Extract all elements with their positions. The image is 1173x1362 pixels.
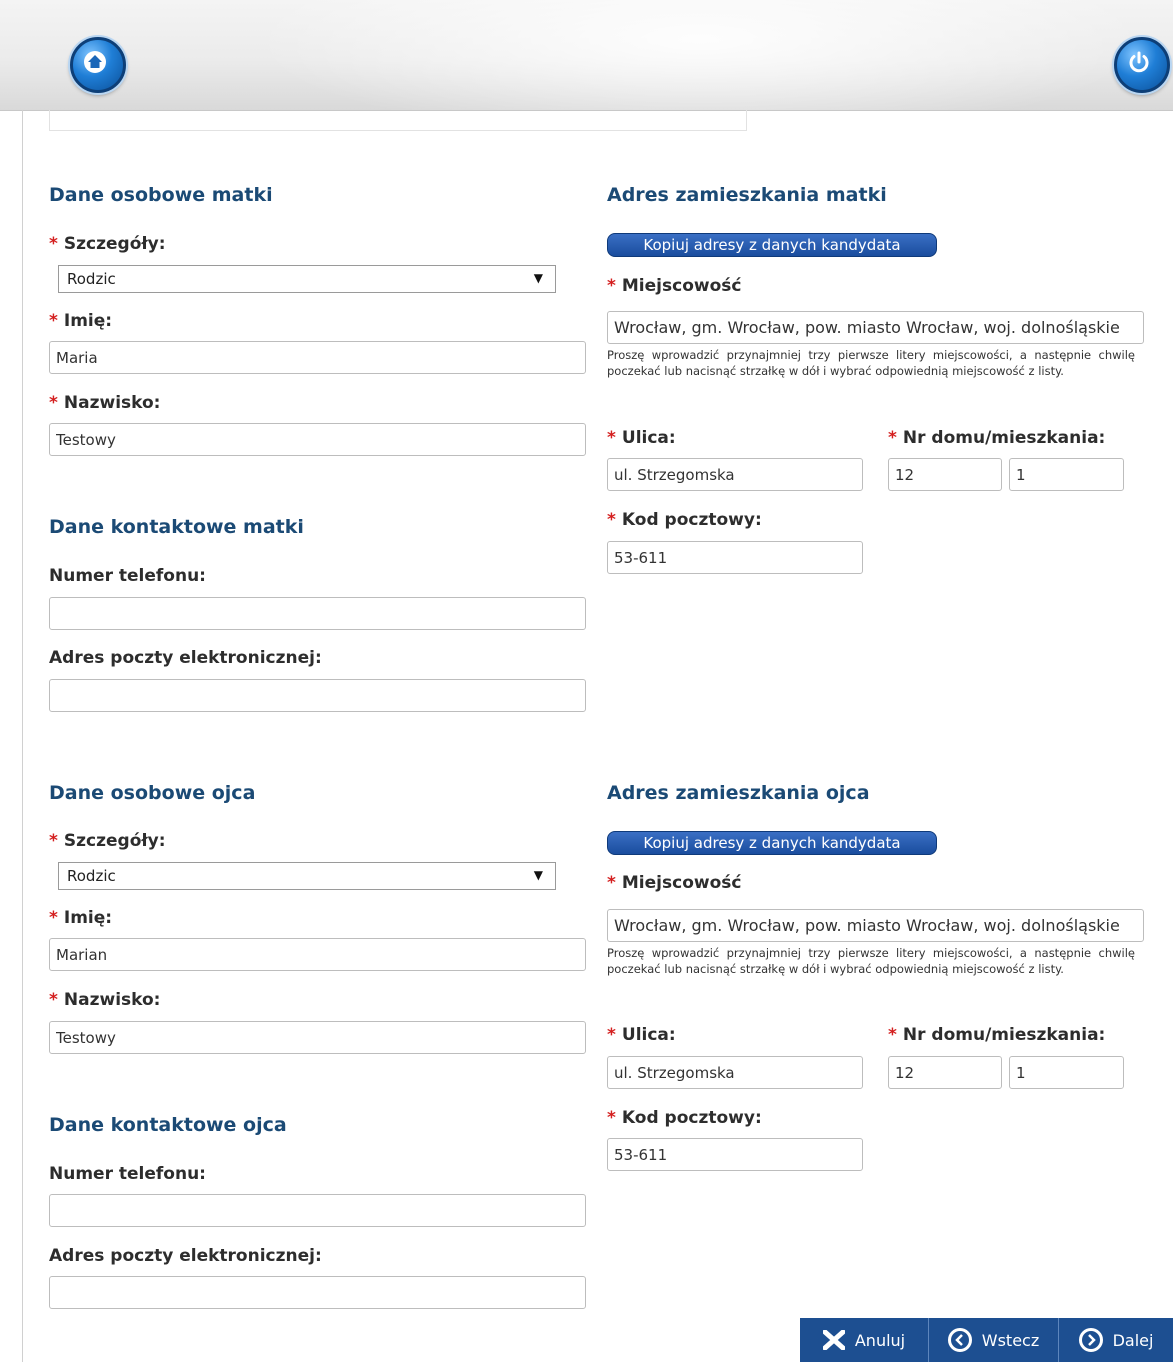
father-locality-input[interactable]: [607, 909, 1144, 942]
navigation-button-bar: Anuluj Wstecz Dalej: [800, 1318, 1173, 1362]
father-house-label: * Nr domu/mieszkania:: [888, 1025, 1106, 1045]
father-house-number-input[interactable]: [888, 1056, 1002, 1089]
content-left-border: [22, 110, 23, 1362]
mother-address-title: Adres zamieszkania matki: [607, 184, 887, 206]
cancel-button[interactable]: Anuluj: [800, 1318, 928, 1362]
father-phone-label: Numer telefonu:: [49, 1164, 206, 1184]
father-first-name-label: * Imię:: [49, 908, 113, 928]
dropdown-arrow-icon: ▼: [533, 271, 543, 285]
father-locality-label: * Miejscowość: [607, 873, 742, 893]
father-address-title: Adres zamieszkania ojca: [607, 782, 870, 804]
father-contact-title: Dane kontaktowe ojca: [49, 1114, 287, 1136]
mother-details-select[interactable]: Rodzic ▼: [58, 265, 556, 293]
mother-house-label: * Nr domu/mieszkania:: [888, 428, 1106, 448]
header-decoration: [250, 0, 1150, 110]
back-button[interactable]: Wstecz: [928, 1318, 1058, 1362]
required-mark: *: [49, 234, 58, 254]
mother-postal-code-input[interactable]: [607, 541, 863, 574]
mother-details-label: * Szczegóły:: [49, 234, 166, 254]
chevron-right-circle-icon: [1078, 1328, 1103, 1352]
father-street-label: * Ulica:: [607, 1025, 676, 1045]
mother-personal-title: Dane osobowe matki: [49, 184, 273, 206]
mother-postal-label: * Kod pocztowy:: [607, 510, 762, 530]
mother-phone-label: Numer telefonu:: [49, 566, 206, 586]
father-email-label: Adres poczty elektronicznej:: [49, 1246, 322, 1266]
next-button-label: Dalej: [1112, 1330, 1154, 1350]
mother-first-name-label: * Imię:: [49, 311, 113, 331]
previous-section-box: [49, 110, 747, 131]
cancel-button-label: Anuluj: [854, 1330, 906, 1350]
mother-first-name-input[interactable]: [49, 341, 586, 374]
father-postal-code-input[interactable]: [607, 1138, 863, 1171]
chevron-left-circle-icon: [947, 1328, 972, 1352]
logout-button[interactable]: [1114, 37, 1170, 93]
mother-email-label: Adres poczty elektronicznej:: [49, 648, 322, 668]
father-phone-input[interactable]: [49, 1194, 586, 1227]
mother-phone-input[interactable]: [49, 597, 586, 630]
mother-apartment-number-input[interactable]: [1009, 458, 1124, 491]
father-last-name-input[interactable]: [49, 1021, 586, 1054]
dropdown-arrow-icon: ▼: [533, 868, 543, 882]
mother-last-name-input[interactable]: [49, 423, 586, 456]
home-button[interactable]: [70, 37, 126, 93]
power-icon: [1129, 51, 1149, 73]
next-button[interactable]: Dalej: [1058, 1318, 1173, 1362]
father-postal-label: * Kod pocztowy:: [607, 1108, 762, 1128]
mother-street-label: * Ulica:: [607, 428, 676, 448]
father-last-name-label: * Nazwisko:: [49, 990, 161, 1010]
mother-locality-input[interactable]: [607, 311, 1144, 344]
father-personal-title: Dane osobowe ojca: [49, 782, 256, 804]
father-copy-address-button[interactable]: Kopiuj adresy z danych kandydata: [607, 831, 937, 855]
mother-email-input[interactable]: [49, 679, 586, 712]
father-locality-hint: Proszę wprowadzić przynajmniej trzy pier…: [607, 946, 1135, 976]
mother-copy-address-button[interactable]: Kopiuj adresy z danych kandydata: [607, 233, 937, 257]
top-header: [0, 0, 1173, 111]
home-icon: [84, 51, 106, 73]
father-details-select[interactable]: Rodzic ▼: [58, 862, 556, 890]
back-button-label: Wstecz: [981, 1330, 1040, 1350]
father-street-input[interactable]: [607, 1056, 863, 1089]
father-first-name-input[interactable]: [49, 938, 586, 971]
mother-contact-title: Dane kontaktowe matki: [49, 516, 304, 538]
mother-locality-hint: Proszę wprowadzić przynajmniej trzy pier…: [607, 348, 1135, 378]
mother-street-input[interactable]: [607, 458, 863, 491]
father-details-label: * Szczegóły:: [49, 831, 166, 851]
close-icon: [822, 1330, 845, 1350]
father-apartment-number-input[interactable]: [1009, 1056, 1124, 1089]
mother-house-number-input[interactable]: [888, 458, 1002, 491]
father-email-input[interactable]: [49, 1276, 586, 1309]
mother-last-name-label: * Nazwisko:: [49, 393, 161, 413]
mother-locality-label: * Miejscowość: [607, 276, 742, 296]
